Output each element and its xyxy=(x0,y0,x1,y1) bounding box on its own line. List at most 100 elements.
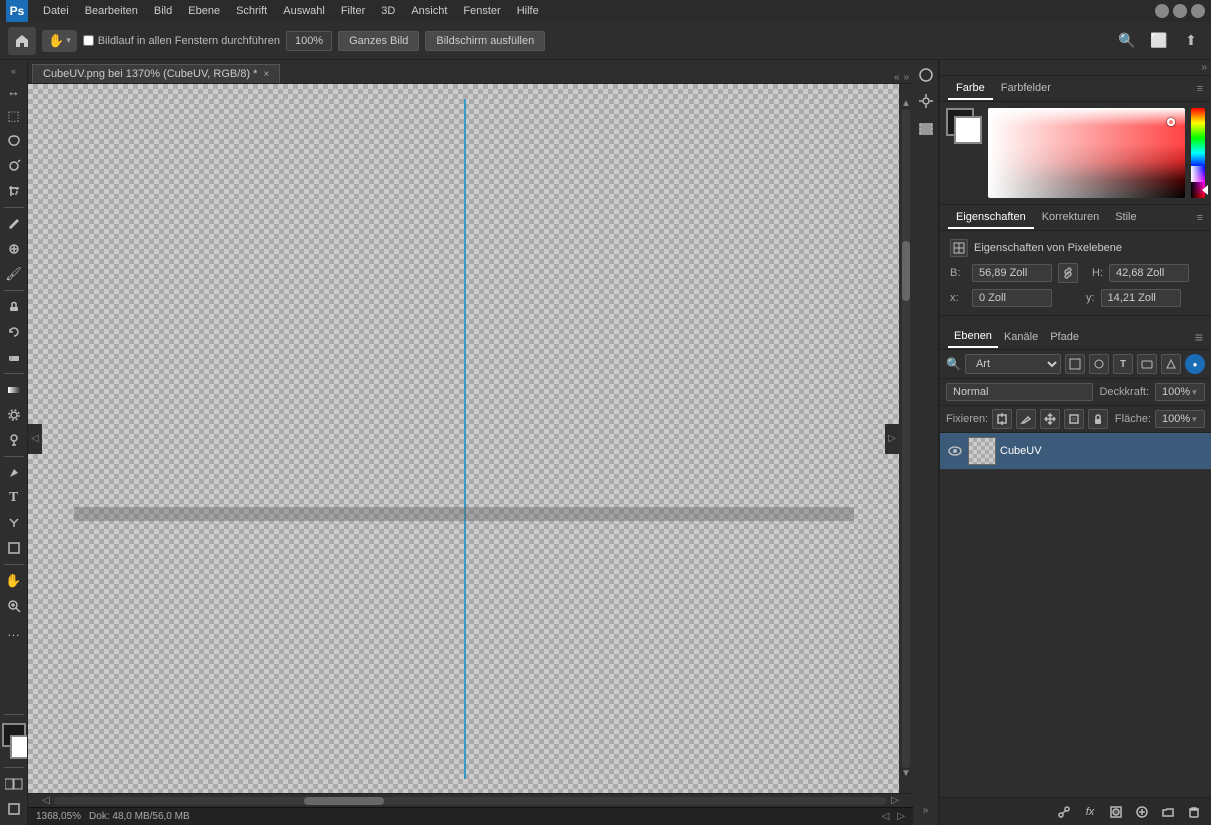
screen-mode-button[interactable] xyxy=(2,797,26,821)
color-tab[interactable]: Farbe xyxy=(948,78,993,100)
area-input[interactable]: 100% ▾ xyxy=(1155,410,1205,428)
properties-tab[interactable]: Eigenschaften xyxy=(948,207,1034,229)
layers-link-icon[interactable] xyxy=(1053,801,1075,823)
opacity-input[interactable]: 100% ▾ xyxy=(1155,383,1205,401)
swatches-tab[interactable]: Farbfelder xyxy=(993,78,1059,100)
eyedropper-button[interactable] xyxy=(2,212,26,236)
layers-adjust-icon[interactable] xyxy=(1131,801,1153,823)
x-value[interactable]: 0 Zoll xyxy=(972,289,1052,307)
bildschirm-ausfuellen-button[interactable]: Bildschirm ausfüllen xyxy=(425,31,545,51)
color-spectrum-bar[interactable] xyxy=(1191,108,1205,198)
workspace-icon[interactable]: ⬜ xyxy=(1147,29,1171,53)
layers-delete-icon[interactable] xyxy=(1183,801,1205,823)
menu-fenster[interactable]: Fenster xyxy=(456,3,507,19)
color-panel-menu-icon[interactable]: ≡ xyxy=(1197,83,1203,95)
panel-collapse-top[interactable]: » xyxy=(940,60,1211,76)
h-scroll-left-arrow[interactable]: ◁ xyxy=(42,795,50,806)
path-select-button[interactable] xyxy=(2,511,26,535)
link-button[interactable] xyxy=(1058,263,1078,283)
menu-filter[interactable]: Filter xyxy=(334,3,372,19)
blur-button[interactable] xyxy=(2,403,26,427)
menu-hilfe[interactable]: Hilfe xyxy=(510,3,546,19)
extra-tools-button[interactable]: … xyxy=(2,619,26,643)
maximize-button[interactable] xyxy=(1173,4,1187,18)
minimize-button[interactable] xyxy=(1155,4,1169,18)
layers-tab[interactable]: Ebenen xyxy=(948,326,998,348)
corrections-tab[interactable]: Korrekturen xyxy=(1034,207,1107,229)
crop-button[interactable] xyxy=(2,179,26,203)
fix-move-icon[interactable] xyxy=(1040,409,1060,429)
eraser-button[interactable] xyxy=(2,345,26,369)
channels-tab[interactable]: Kanäle xyxy=(998,327,1044,347)
menu-ebene[interactable]: Ebene xyxy=(181,3,227,19)
props-panel-menu-icon[interactable]: ≡ xyxy=(1197,212,1203,224)
tools-collapse-arrow[interactable]: « xyxy=(4,64,24,78)
history-brush-button[interactable] xyxy=(2,320,26,344)
panel-collapse-right-icon[interactable]: » xyxy=(903,72,909,83)
v-scroll-up-arrow[interactable]: ▲ xyxy=(901,98,911,109)
background-color-swatch[interactable] xyxy=(954,116,982,144)
v-scroll-thumb[interactable] xyxy=(902,241,910,301)
stamp-button[interactable] xyxy=(2,295,26,319)
menu-ansicht[interactable]: Ansicht xyxy=(404,3,454,19)
filter-smart-icon[interactable] xyxy=(1161,354,1181,374)
vertical-scrollbar[interactable]: ▲ ▼ xyxy=(899,84,913,793)
move-tool-button[interactable]: ↔ xyxy=(2,79,26,103)
horizontal-scrollbar[interactable]: ◁ ▷ xyxy=(28,793,913,807)
layers-search-input[interactable]: Art xyxy=(965,354,1061,374)
healing-brush-button[interactable] xyxy=(2,237,26,261)
layers-folder-icon[interactable] xyxy=(1157,801,1179,823)
color-gradient-picker[interactable] xyxy=(988,108,1185,198)
dodge-button[interactable] xyxy=(2,428,26,452)
menu-auswahl[interactable]: Auswahl xyxy=(276,3,332,19)
right-icon-color[interactable] xyxy=(915,64,937,86)
search-icon[interactable]: 🔍 xyxy=(1115,29,1139,53)
fix-brush-icon[interactable] xyxy=(1016,409,1036,429)
layer-row[interactable]: CubeUV xyxy=(940,433,1211,470)
background-color[interactable] xyxy=(10,735,28,759)
hand-canvas-button[interactable]: ✋ xyxy=(2,569,26,593)
tab-close-button[interactable]: × xyxy=(263,69,269,80)
quick-mask-button[interactable] xyxy=(2,772,26,796)
canvas-nav-right[interactable]: ▷ xyxy=(885,424,899,454)
canvas-area[interactable]: ◁ ▷ xyxy=(28,84,899,793)
blend-mode-select[interactable]: Normal xyxy=(946,383,1093,401)
right-icon-layers[interactable] xyxy=(915,116,937,138)
filter-shape-icon[interactable] xyxy=(1137,354,1157,374)
color-selector[interactable] xyxy=(0,723,28,759)
fix-transform-icon[interactable] xyxy=(1064,409,1084,429)
lasso-button[interactable] xyxy=(2,129,26,153)
h-scroll-right-arrow[interactable]: ▷ xyxy=(891,795,899,806)
type-button[interactable]: T xyxy=(2,486,26,510)
layers-panel-menu-icon[interactable]: ≡ xyxy=(1195,329,1203,345)
hand-tool-button[interactable]: ✋ ▾ xyxy=(42,30,77,52)
status-nav-left[interactable]: ◁ xyxy=(882,811,890,822)
fix-lock-icon[interactable] xyxy=(1088,409,1108,429)
filter-adjust-icon[interactable] xyxy=(1089,354,1109,374)
gradient-button[interactable] xyxy=(2,378,26,402)
bildlauf-checkbox[interactable] xyxy=(83,35,94,46)
ganzes-bild-button[interactable]: Ganzes Bild xyxy=(338,31,419,51)
v-scroll-track[interactable] xyxy=(902,109,910,768)
y-value[interactable]: 14,21 Zoll xyxy=(1101,289,1181,307)
fix-pos-icon[interactable] xyxy=(992,409,1012,429)
filter-toggle-icon[interactable]: ● xyxy=(1185,354,1205,374)
document-tab[interactable]: CubeUV.png bei 1370% (CubeUV, RGB/8) * × xyxy=(32,64,280,83)
h-scroll-thumb[interactable] xyxy=(304,797,384,805)
panel-collapse-left-icon[interactable]: « xyxy=(894,72,900,83)
zoom-display[interactable]: 100% xyxy=(286,31,332,51)
share-icon[interactable]: ⬆ xyxy=(1179,29,1203,53)
paths-tab[interactable]: Pfade xyxy=(1044,327,1085,347)
selection-rect-button[interactable]: ⬚ xyxy=(2,104,26,128)
menu-bild[interactable]: Bild xyxy=(147,3,179,19)
h-scroll-track[interactable] xyxy=(54,797,888,805)
canvas-nav-left[interactable]: ◁ xyxy=(28,424,42,454)
right-icon-adjust[interactable] xyxy=(915,90,937,112)
status-nav-right[interactable]: ▷ xyxy=(897,811,905,822)
layers-mask-icon[interactable] xyxy=(1105,801,1127,823)
right-icon-collapse[interactable]: » xyxy=(915,799,937,821)
color-squares[interactable] xyxy=(946,108,982,144)
h-value[interactable]: 42,68 Zoll xyxy=(1109,264,1189,282)
brush-button[interactable]: 🖌 xyxy=(2,262,26,286)
menu-datei[interactable]: Datei xyxy=(36,3,76,19)
